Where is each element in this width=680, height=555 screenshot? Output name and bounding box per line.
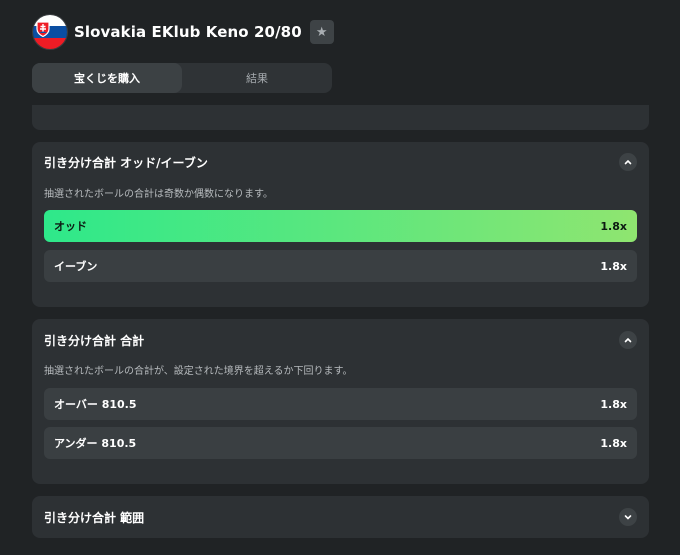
bet-option-even[interactable]: イーブン 1.8x — [44, 250, 637, 282]
option-odds: 1.8x — [600, 219, 627, 233]
market-description: 抽選されたボールの合計が、設定された境界を超えるか下回ります。 — [44, 366, 353, 377]
option-label: オッド — [54, 220, 87, 233]
game-title: Slovakia EKlub Keno 20/80 — [74, 23, 302, 41]
star-icon: ★ — [315, 24, 328, 40]
option-odds: 1.8x — [600, 259, 627, 273]
chevron-up-icon[interactable] — [619, 331, 637, 349]
market-header[interactable]: 引き分け合計 範囲 — [44, 508, 637, 526]
game-header: Slovakia EKlub Keno 20/80 ★ — [32, 14, 334, 50]
market-description: 抽選されたボールの合計は奇数か偶数になります。 — [44, 189, 273, 200]
option-odds: 1.8x — [600, 397, 627, 411]
bet-option-under[interactable]: アンダー 810.5 1.8x — [44, 427, 637, 459]
tab-results[interactable]: 結果 — [182, 63, 332, 93]
market-title: 引き分け合計 オッド/イーブン — [44, 155, 208, 170]
market-card-odd-even: 引き分け合計 オッド/イーブン 抽選されたボールの合計は奇数か偶数になります。 … — [32, 142, 649, 307]
market-header[interactable]: 引き分け合計 オッド/イーブン — [44, 153, 637, 171]
market-title: 引き分け合計 範囲 — [44, 510, 145, 525]
bet-option-odd[interactable]: オッド 1.8x — [44, 210, 637, 242]
market-title: 引き分け合計 合計 — [44, 333, 145, 348]
option-label: オーバー 810.5 — [54, 398, 137, 411]
market-card-range[interactable]: 引き分け合計 範囲 — [32, 496, 649, 538]
option-odds: 1.8x — [600, 436, 627, 450]
favorite-button[interactable]: ★ — [309, 20, 334, 44]
markets-list[interactable]: 引き分け合計 オッド/イーブン 抽選されたボールの合計は奇数か偶数になります。 … — [0, 105, 680, 555]
slovakia-flag-icon — [32, 14, 68, 50]
market-card-total: 引き分け合計 合計 抽選されたボールの合計が、設定された境界を超えるか下回ります… — [32, 319, 649, 484]
tab-bar: 宝くじを購入 結果 — [32, 63, 332, 93]
market-card-previous — [32, 105, 649, 130]
chevron-down-icon[interactable] — [619, 508, 637, 526]
tab-buy-lottery[interactable]: 宝くじを購入 — [32, 63, 182, 93]
option-label: イーブン — [54, 260, 98, 273]
market-header[interactable]: 引き分け合計 合計 — [44, 331, 637, 349]
chevron-up-icon[interactable] — [619, 153, 637, 171]
bet-option-over[interactable]: オーバー 810.5 1.8x — [44, 388, 637, 420]
option-label: アンダー 810.5 — [54, 437, 137, 450]
